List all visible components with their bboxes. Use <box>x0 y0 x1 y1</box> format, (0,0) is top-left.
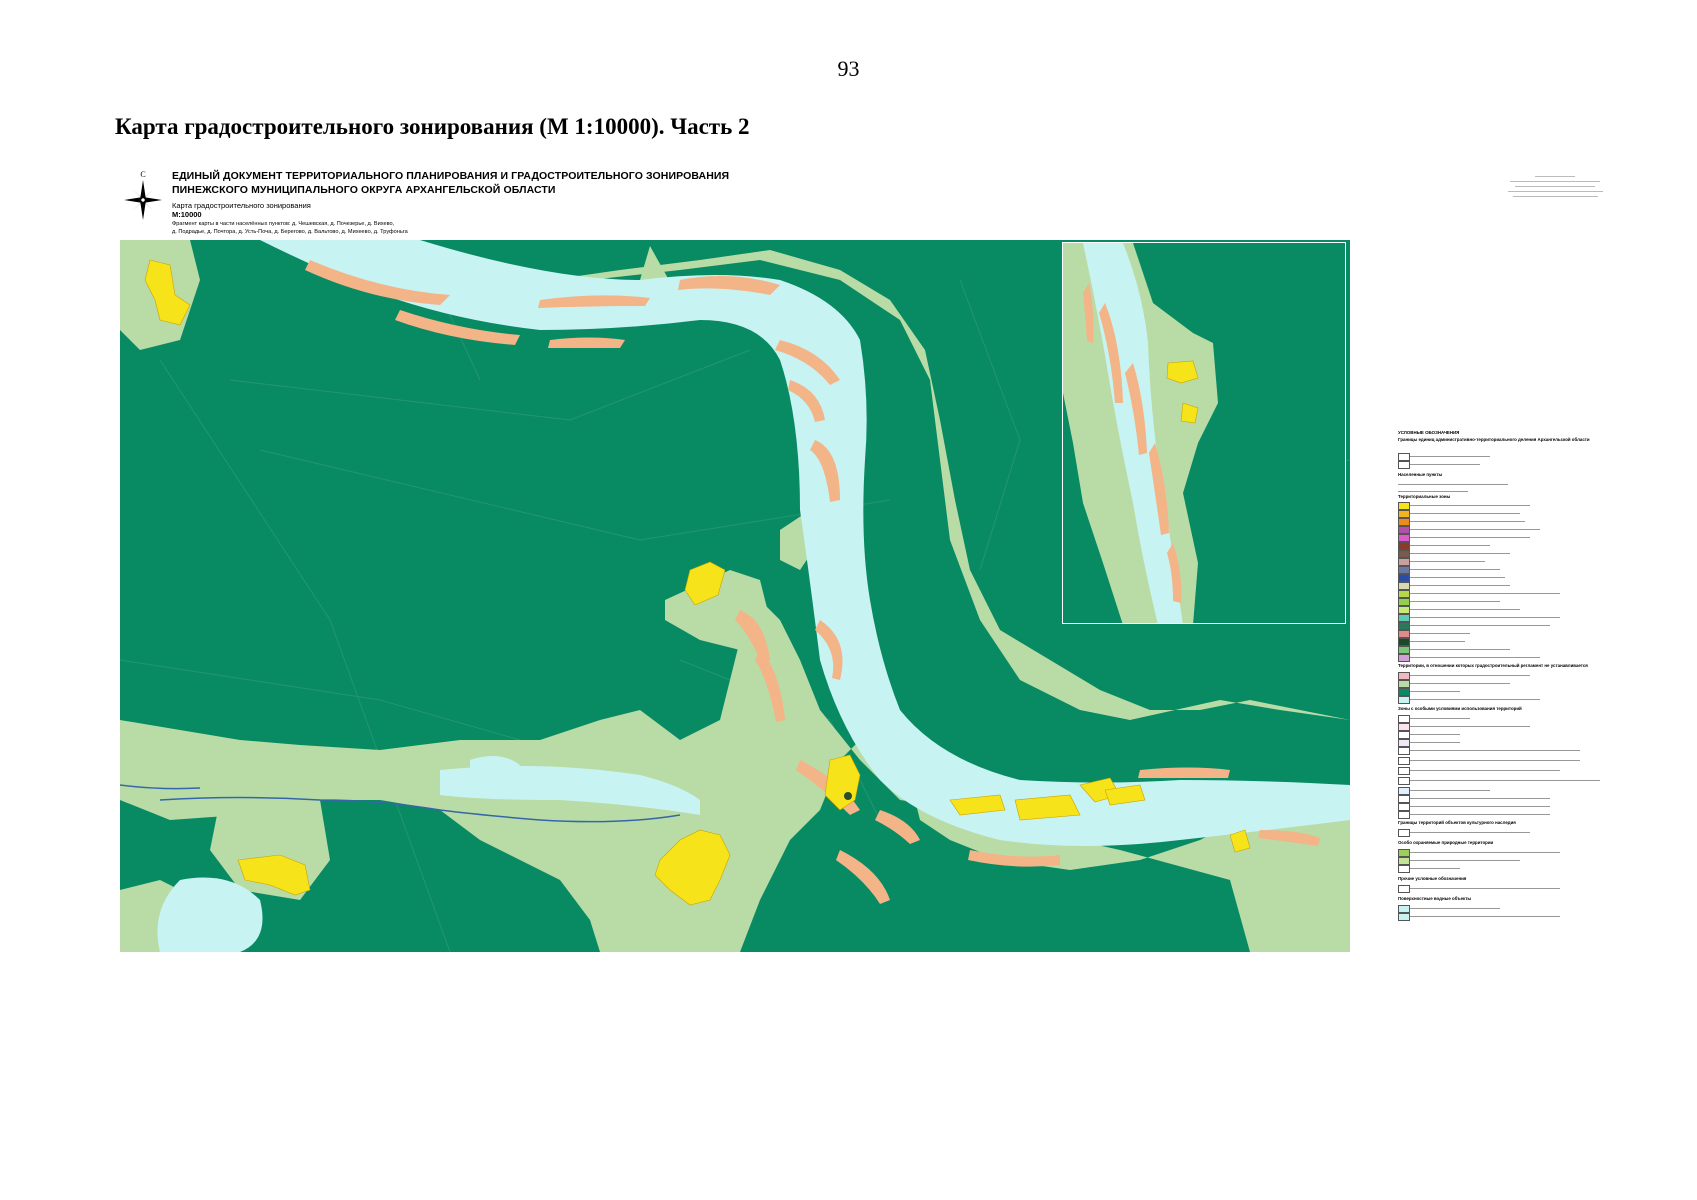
legend-item <box>1398 597 1608 606</box>
legend-section-water: Поверхностные водные объекты <box>1398 896 1472 901</box>
legend-item <box>1398 856 1608 865</box>
legend-section-protected: Особо охраняемые природные территории <box>1398 840 1494 845</box>
legend-item <box>1398 738 1608 747</box>
legend-item <box>1398 722 1608 731</box>
legend-item <box>1398 653 1608 662</box>
legend-item <box>1398 581 1608 590</box>
legend-item <box>1398 452 1608 461</box>
legend-item <box>1398 756 1608 765</box>
legend-item <box>1398 589 1608 598</box>
legend-item <box>1398 912 1608 921</box>
legend-item <box>1398 557 1608 566</box>
legend-item <box>1398 864 1608 873</box>
legend-item <box>1398 786 1608 795</box>
legend-section-no-regulations: Территории, в отношении которых градостр… <box>1398 663 1588 668</box>
legend-item <box>1398 549 1608 558</box>
legend-item <box>1398 695 1608 704</box>
legend-title: УСЛОВНЫЕ ОБОЗНАЧЕНИЯ <box>1398 430 1460 435</box>
page-title: Карта градостроительного зонирования (М … <box>115 114 750 139</box>
legend-item <box>1398 794 1608 803</box>
legend-item <box>1398 714 1608 723</box>
legend-section-settlements: Населенные пункты <box>1398 472 1443 477</box>
north-arrow-icon: С <box>124 170 162 220</box>
legend-item <box>1398 621 1608 630</box>
legend-item <box>1398 766 1608 775</box>
legend-item <box>1398 573 1608 582</box>
legend-item <box>1398 687 1608 696</box>
legend-section-heritage: Границы территорий объектов культурного … <box>1398 820 1516 825</box>
legend-item <box>1398 501 1608 510</box>
legend-item <box>1398 613 1608 622</box>
legend-item <box>1398 679 1608 688</box>
legend-section-special-zones: Зоны с особыми условиями использования т… <box>1398 706 1522 711</box>
legend-item <box>1398 517 1608 526</box>
legend-item <box>1398 828 1608 837</box>
legend-item <box>1398 541 1608 550</box>
map-legend: УСЛОВНЫЕ ОБОЗНАЧЕНИЯ Границы единиц адми… <box>1398 430 1608 950</box>
legend-item <box>1398 746 1608 755</box>
map-header-title-line1: ЕДИНЫЙ ДОКУМЕНТ ТЕРРИТОРИАЛЬНОГО ПЛАНИРО… <box>172 170 730 182</box>
map-header-map-name: Карта градостроительного зонирования <box>172 201 311 210</box>
north-label: С <box>140 170 145 179</box>
legend-item <box>1398 565 1608 574</box>
legend-section-zones: Территориальные зоны <box>1398 494 1451 499</box>
legend-item <box>1398 460 1608 469</box>
inset-map[interactable] <box>1062 242 1346 624</box>
map-header-scale: М:10000 <box>172 210 202 219</box>
legend-item <box>1398 884 1608 893</box>
map-header-title-line2: ПИНЕЖСКОГО МУНИЦИПАЛЬНОГО ОКРУГА АРХАНГЕ… <box>172 184 556 196</box>
legend-item <box>1398 637 1608 646</box>
legend-item <box>1398 904 1608 913</box>
legend-item <box>1398 730 1608 739</box>
page-number: 93 <box>837 56 860 81</box>
legend-item <box>1398 848 1608 857</box>
inset-map-drawing <box>1063 243 1218 623</box>
map-header-fragment-line2: д. Подрадье, д. Почтора, д. Усть-Поча, д… <box>172 229 408 235</box>
map-header-fragment-line1: Фрагмент карты в части населённых пункто… <box>172 221 395 227</box>
legend-item <box>1398 605 1608 614</box>
legend-item <box>1398 671 1608 680</box>
legend-item <box>1398 810 1608 819</box>
legend-section-boundaries: Границы единиц административно-территори… <box>1398 437 1590 442</box>
legend-item <box>1398 629 1608 638</box>
legend-item <box>1398 533 1608 542</box>
legend-item <box>1398 509 1608 518</box>
legend-item <box>1398 776 1608 785</box>
settlement-landmark <box>844 792 852 800</box>
legend-section-other: Прочие условные обозначения <box>1398 876 1467 881</box>
legend-item <box>1398 645 1608 654</box>
legend-item <box>1398 525 1608 534</box>
legend-item <box>1398 802 1608 811</box>
approval-stamp <box>1500 176 1610 206</box>
